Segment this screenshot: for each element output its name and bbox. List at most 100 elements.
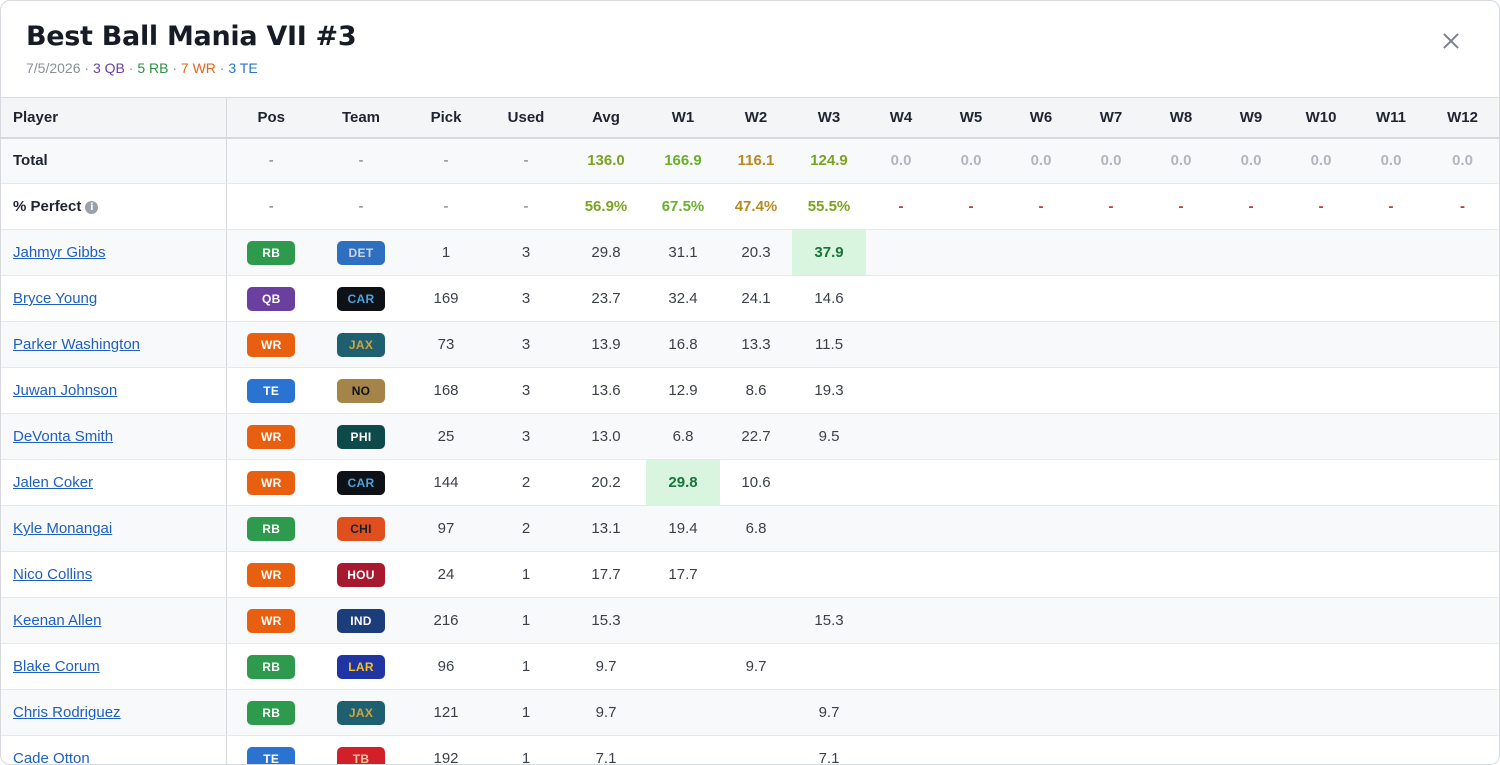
pos-cell: WR bbox=[226, 413, 316, 460]
week-cell-w5 bbox=[936, 413, 1006, 460]
week-cell-w8 bbox=[1146, 459, 1216, 506]
player-link[interactable]: Jalen Coker bbox=[13, 474, 93, 491]
week-cell-w6 bbox=[1006, 505, 1076, 552]
perfect-label: % Perfect i bbox=[1, 183, 227, 230]
week-cell-w10 bbox=[1286, 413, 1356, 460]
total-team: - bbox=[316, 137, 406, 184]
week-cell-w1 bbox=[646, 735, 720, 764]
close-icon[interactable] bbox=[1439, 29, 1463, 53]
position-badge: RB bbox=[247, 654, 296, 679]
pos-cell: WR bbox=[226, 321, 316, 368]
total-w3: 124.9 bbox=[792, 137, 866, 184]
column-header-w10: W10 bbox=[1286, 97, 1356, 139]
used-cell: 1 bbox=[486, 551, 566, 598]
wr-count: 7 WR bbox=[180, 60, 216, 76]
week-cell-w2: 13.3 bbox=[720, 321, 792, 368]
total-w5: 0.0 bbox=[936, 137, 1006, 184]
lineup-modal: Best Ball Mania VII #3 7/5/2026 · 3 QB ·… bbox=[0, 0, 1500, 765]
week-cell-w8 bbox=[1146, 597, 1216, 644]
week-cell-w10 bbox=[1286, 643, 1356, 690]
perfect-w7: - bbox=[1076, 183, 1146, 230]
position-badge: RB bbox=[247, 240, 296, 265]
week-cell-w4 bbox=[866, 643, 936, 690]
week-cell-w5 bbox=[936, 321, 1006, 368]
team-badge: LAR bbox=[337, 654, 385, 679]
column-header-w3: W3 bbox=[792, 97, 866, 139]
week-cell-w7 bbox=[1076, 459, 1146, 506]
player-link[interactable]: Kyle Monangai bbox=[13, 520, 112, 537]
week-cell-w1: 31.1 bbox=[646, 229, 720, 276]
week-cell-w5 bbox=[936, 597, 1006, 644]
pick-cell: 24 bbox=[406, 551, 486, 598]
week-cell-w9 bbox=[1216, 735, 1286, 764]
week-cell-w10 bbox=[1286, 735, 1356, 764]
week-cell-w9 bbox=[1216, 505, 1286, 552]
player-link[interactable]: Nico Collins bbox=[13, 566, 92, 583]
week-cell-w3 bbox=[792, 505, 866, 552]
player-link[interactable]: Chris Rodriguez bbox=[13, 704, 121, 721]
week-cell-w12 bbox=[1426, 505, 1499, 552]
week-cell-w4 bbox=[866, 689, 936, 736]
week-cell-w9 bbox=[1216, 321, 1286, 368]
avg-cell: 29.8 bbox=[566, 229, 646, 276]
table-row: Jahmyr Gibbs RB DET 1 3 29.8 31.1 20.3 37.9 bbox=[1, 229, 1499, 276]
week-cell-w5 bbox=[936, 735, 1006, 764]
team-badge: JAX bbox=[337, 700, 385, 725]
table-row: Bryce Young QB CAR 169 3 23.7 32.4 24.1 14.6 bbox=[1, 275, 1499, 322]
player-link[interactable]: Cade Otton bbox=[13, 750, 90, 764]
column-header-w6: W6 bbox=[1006, 97, 1076, 139]
position-badge: WR bbox=[247, 470, 296, 495]
week-cell-w8 bbox=[1146, 367, 1216, 414]
week-cell-w4 bbox=[866, 459, 936, 506]
column-header-w11: W11 bbox=[1356, 97, 1426, 139]
week-cell-w7 bbox=[1076, 321, 1146, 368]
player-link[interactable]: Juwan Johnson bbox=[13, 382, 117, 399]
modal-title: Best Ball Mania VII #3 bbox=[26, 21, 357, 52]
table-body: Total - - - -136.0 166.9 116.1 124.9 0.0 0.0 0.0 0.… bbox=[1, 137, 1499, 764]
week-cell-w3: 19.3 bbox=[792, 367, 866, 414]
player-cell: Parker Washington bbox=[1, 321, 227, 368]
te-count: 3 TE bbox=[228, 60, 258, 76]
player-cell: DeVonta Smith bbox=[1, 413, 227, 460]
team-badge: NO bbox=[337, 378, 385, 403]
pos-cell: RB bbox=[226, 229, 316, 276]
total-w8: 0.0 bbox=[1146, 137, 1216, 184]
pos-cell: QB bbox=[226, 275, 316, 322]
pick-cell: 169 bbox=[406, 275, 486, 322]
week-cell-w1: 6.8 bbox=[646, 413, 720, 460]
week-cell-w8 bbox=[1146, 505, 1216, 552]
pos-cell: RB bbox=[226, 505, 316, 552]
pick-cell: 1 bbox=[406, 229, 486, 276]
player-link[interactable]: DeVonta Smith bbox=[13, 428, 113, 445]
week-cell-w3: 9.7 bbox=[792, 689, 866, 736]
position-badge: QB bbox=[247, 286, 296, 311]
avg-cell: 15.3 bbox=[566, 597, 646, 644]
table-row: Keenan Allen WR IND 216 1 15.3 15.3 bbox=[1, 597, 1499, 644]
player-link[interactable]: Keenan Allen bbox=[13, 612, 101, 629]
week-cell-w10 bbox=[1286, 597, 1356, 644]
week-cell-w9 bbox=[1216, 689, 1286, 736]
perfect-w10: - bbox=[1286, 183, 1356, 230]
team-cell: PHI bbox=[316, 413, 406, 460]
position-badge: TE bbox=[247, 378, 296, 403]
week-cell-w12 bbox=[1426, 689, 1499, 736]
week-cell-w2: 22.7 bbox=[720, 413, 792, 460]
player-link[interactable]: Parker Washington bbox=[13, 336, 140, 353]
week-cell-w3: 9.5 bbox=[792, 413, 866, 460]
week-cell-w10 bbox=[1286, 321, 1356, 368]
week-cell-w8 bbox=[1146, 321, 1216, 368]
team-cell: CHI bbox=[316, 505, 406, 552]
week-cell-w11 bbox=[1356, 597, 1426, 644]
player-link[interactable]: Jahmyr Gibbs bbox=[13, 244, 106, 261]
column-header-pos: Pos bbox=[226, 97, 316, 139]
player-link[interactable]: Blake Corum bbox=[13, 658, 100, 675]
week-cell-w9 bbox=[1216, 367, 1286, 414]
avg-cell: 9.7 bbox=[566, 689, 646, 736]
player-link[interactable]: Bryce Young bbox=[13, 290, 97, 307]
week-cell-w6 bbox=[1006, 735, 1076, 764]
position-badge: TE bbox=[247, 746, 296, 764]
column-header-team: Team bbox=[316, 97, 406, 139]
info-icon[interactable]: i bbox=[85, 200, 99, 214]
week-cell-w8 bbox=[1146, 643, 1216, 690]
avg-cell: 13.0 bbox=[566, 413, 646, 460]
